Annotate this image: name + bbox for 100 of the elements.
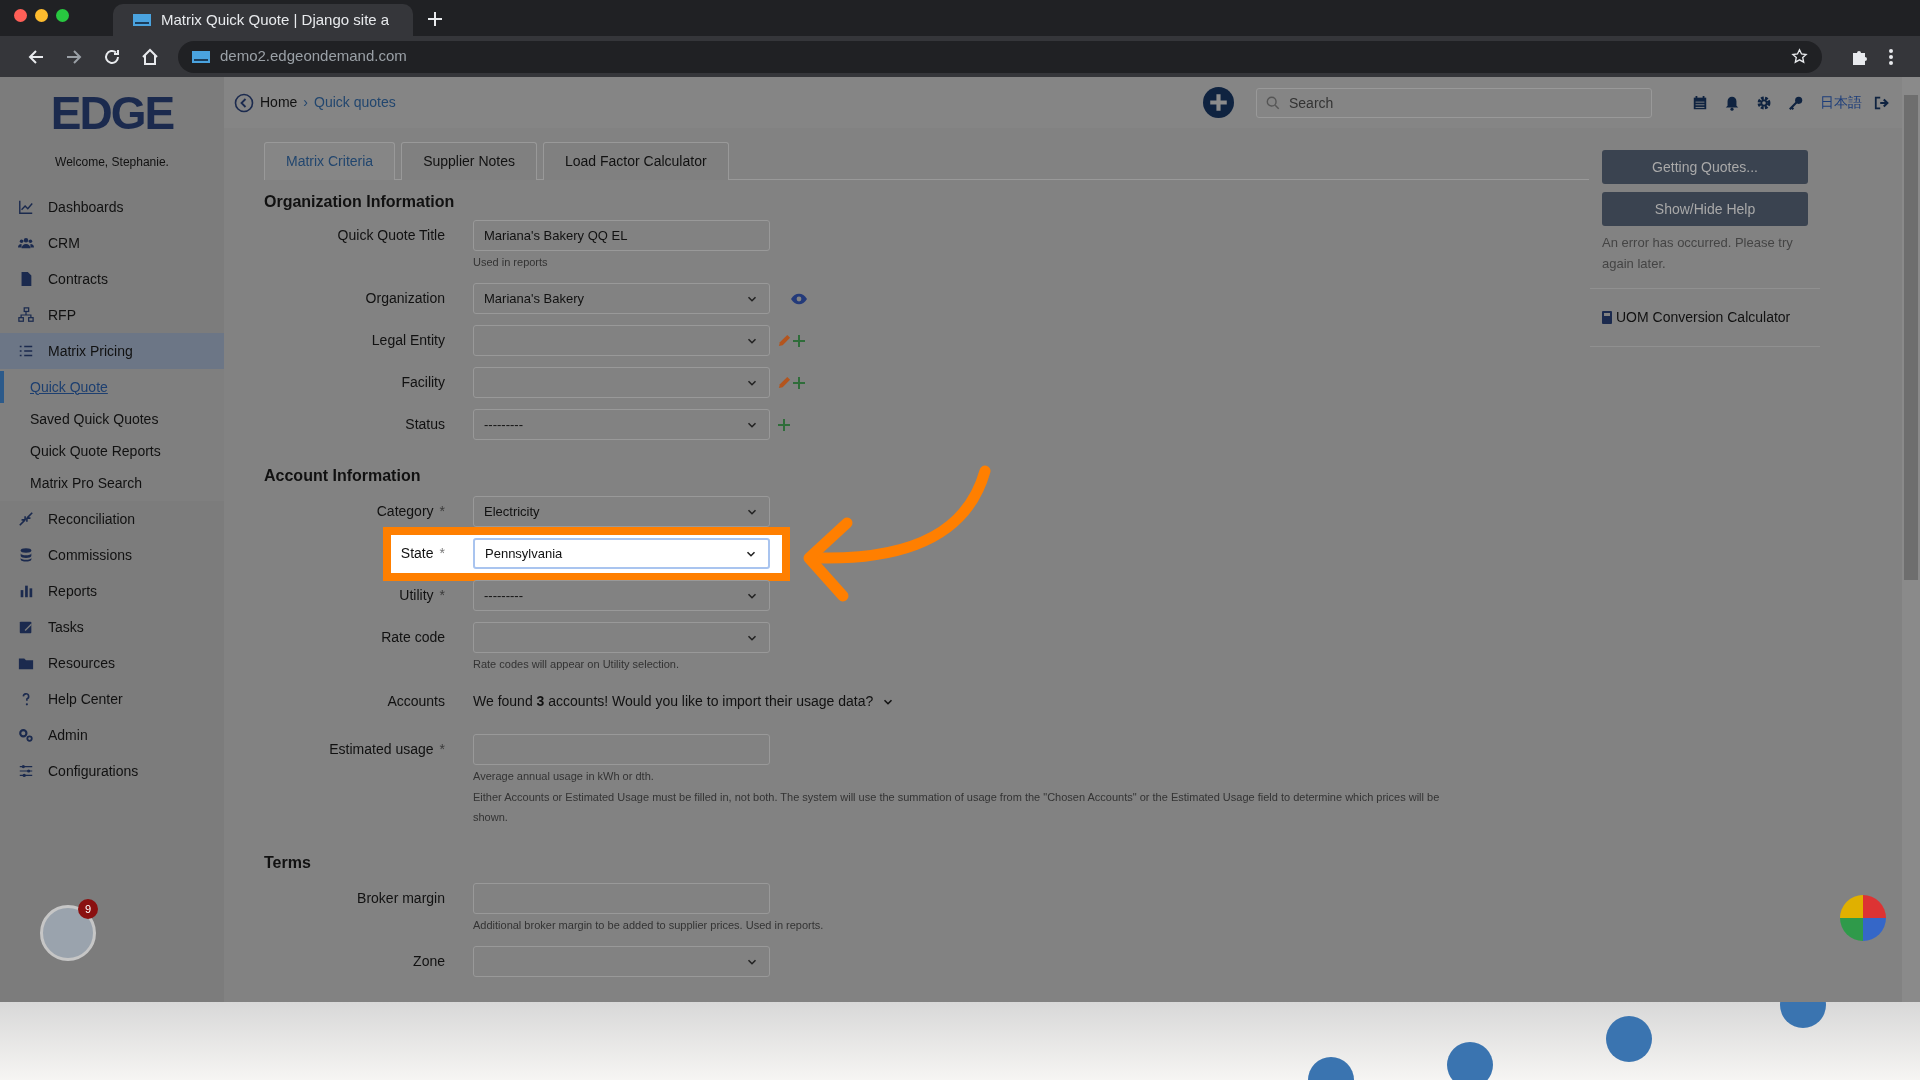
tab[interactable]: Supplier Notes xyxy=(401,142,537,180)
select-field[interactable] xyxy=(473,325,770,356)
section-heading: Organization Information xyxy=(264,192,456,212)
language-link[interactable]: 日本語 xyxy=(1820,92,1862,113)
select-field[interactable] xyxy=(473,367,770,398)
sidebar-item[interactable]: Matrix Pricing xyxy=(0,333,224,369)
gears-icon xyxy=(18,727,34,743)
scrollbar[interactable] xyxy=(1902,77,1920,1002)
help-text: Either Accounts or Estimated Usage must be filled in, not both. The system will use the summation of usage from the "Chosen Accounts" or the Estimated Usage field to determine which prices will be shown. xyxy=(473,790,1441,825)
new-tab-icon[interactable] xyxy=(427,11,443,27)
notification-badge: 9 xyxy=(78,899,98,919)
field-label: Utility xyxy=(399,587,434,603)
action-button[interactable]: Show/Hide Help xyxy=(1602,192,1808,226)
window-control-icon[interactable] xyxy=(35,8,48,22)
assistant-avatar-icon[interactable] xyxy=(1840,895,1886,941)
select-field[interactable]: --------- xyxy=(473,580,770,611)
sidebar-item[interactable]: Tasks xyxy=(0,609,224,645)
window-control-icon[interactable] xyxy=(56,8,69,22)
field-label: Quick Quote Title xyxy=(337,227,445,243)
required-mark: * xyxy=(439,587,445,603)
sidebar-subitem[interactable]: Quick Quote xyxy=(0,371,224,403)
sidebar-item[interactable]: Contracts xyxy=(0,261,224,297)
section-heading: Terms xyxy=(264,853,312,873)
breadcrumb-link[interactable]: Quick quotes xyxy=(314,92,396,113)
bell-icon[interactable] xyxy=(1724,94,1740,111)
field-label: Broker margin xyxy=(357,890,445,906)
calculator-icon xyxy=(1602,311,1612,324)
field-label: State xyxy=(400,545,434,561)
field-label: Rate code xyxy=(381,629,445,645)
select-field[interactable]: Mariana's Bakery xyxy=(473,283,770,314)
site-favicon-icon xyxy=(133,14,151,26)
field-label: Facility xyxy=(401,374,445,390)
breadcrumb-link[interactable]: Home xyxy=(260,92,298,113)
sidebar-item[interactable]: Resources xyxy=(0,645,224,681)
tab[interactable]: Matrix Criteria xyxy=(264,142,396,180)
bar-chart-icon xyxy=(18,583,34,599)
required-mark: * xyxy=(439,545,445,561)
field-label: Accounts xyxy=(387,693,445,709)
welcome-text: Welcome, Stephanie. xyxy=(54,154,170,171)
edit-calendar-icon xyxy=(18,619,34,635)
settings-icon[interactable] xyxy=(1756,94,1772,111)
chart-line-icon xyxy=(18,199,34,215)
sign-out-icon[interactable] xyxy=(1874,94,1890,111)
sidebar-item[interactable]: Reconciliation xyxy=(0,501,224,537)
key-icon[interactable] xyxy=(1788,94,1804,111)
welcome-avatar-icon[interactable] xyxy=(40,905,96,961)
tab-title: Matrix Quick Quote | Django site a xyxy=(161,9,390,30)
select-field[interactable]: Electricity xyxy=(473,496,770,527)
required-mark: * xyxy=(439,741,445,757)
tab[interactable]: Load Factor Calculator xyxy=(542,142,729,180)
people-icon xyxy=(18,235,34,251)
list-icon xyxy=(18,343,34,359)
address-bar[interactable]: demo2.edgeondemand.com xyxy=(178,40,1822,73)
help-text: Average annual usage in kWh or dth. xyxy=(473,769,655,784)
search-icon xyxy=(1266,95,1280,110)
compress-arrows-icon xyxy=(18,511,34,527)
error-message: An error has occurred. Please try again later. xyxy=(1590,226,1820,289)
sidebar-item[interactable]: Commissions xyxy=(0,537,224,573)
window-control-icon[interactable] xyxy=(14,8,27,22)
field-label: Zone xyxy=(413,953,445,969)
sidebar-subitem[interactable]: Matrix Pro Search xyxy=(0,467,224,499)
sidebar-item[interactable]: CRM xyxy=(0,225,224,261)
select-field[interactable]: Pennsylvania xyxy=(473,538,770,569)
field-label: Estimated usage xyxy=(329,741,434,757)
back-circle-icon[interactable] xyxy=(234,92,254,113)
help-text: Additional broker margin to be added to supplier prices. Used in reports. xyxy=(473,918,824,933)
breadcrumb-separator: › xyxy=(303,93,309,112)
select-field[interactable]: --------- xyxy=(473,409,770,440)
calendar-icon[interactable] xyxy=(1692,94,1708,111)
url-text: demo2.edgeondemand.com xyxy=(220,46,408,67)
required-mark: * xyxy=(439,503,445,519)
calculator-link[interactable]: UOM Conversion Calculator xyxy=(1602,307,1808,328)
action-button[interactable]: Getting Quotes... xyxy=(1602,150,1808,184)
home-icon[interactable] xyxy=(140,46,160,67)
sidebar-item[interactable]: RFP xyxy=(0,297,224,333)
sidebar-item[interactable]: Admin xyxy=(0,717,224,753)
input-field[interactable]: Mariana's Bakery QQ EL xyxy=(473,220,770,251)
help-text: Used in reports xyxy=(473,255,549,270)
browser-tab[interactable]: Matrix Quick Quote | Django site a xyxy=(113,4,413,36)
network-icon xyxy=(18,307,34,323)
sidebar-item[interactable]: Reports xyxy=(0,573,224,609)
add-circle-icon[interactable] xyxy=(1203,87,1234,118)
field-label: Organization xyxy=(365,290,445,306)
site-favicon-icon xyxy=(192,50,210,63)
coins-icon xyxy=(18,547,34,563)
select-field[interactable] xyxy=(473,622,770,653)
more-menu-icon[interactable] xyxy=(1888,47,1894,66)
select-field[interactable] xyxy=(473,946,770,977)
accounts-message: We found 3 accounts! Would you like to import their usage data? xyxy=(473,692,874,711)
sidebar-subitem[interactable]: Saved Quick Quotes xyxy=(0,403,224,435)
field-label: Category xyxy=(376,503,434,519)
search-field[interactable]: Search xyxy=(1256,87,1652,118)
sidebar-item[interactable]: Dashboards xyxy=(0,189,224,225)
sidebar-item[interactable]: Configurations xyxy=(0,753,224,789)
sidebar-subitem[interactable]: Quick Quote Reports xyxy=(0,435,224,467)
help-text: Rate codes will appear on Utility selection. xyxy=(473,657,681,672)
sidebar-item[interactable]: Help Center xyxy=(0,681,224,717)
bookmark-star-icon[interactable] xyxy=(1791,48,1808,65)
eye-icon[interactable] xyxy=(790,292,808,305)
sliders-icon xyxy=(18,763,34,779)
